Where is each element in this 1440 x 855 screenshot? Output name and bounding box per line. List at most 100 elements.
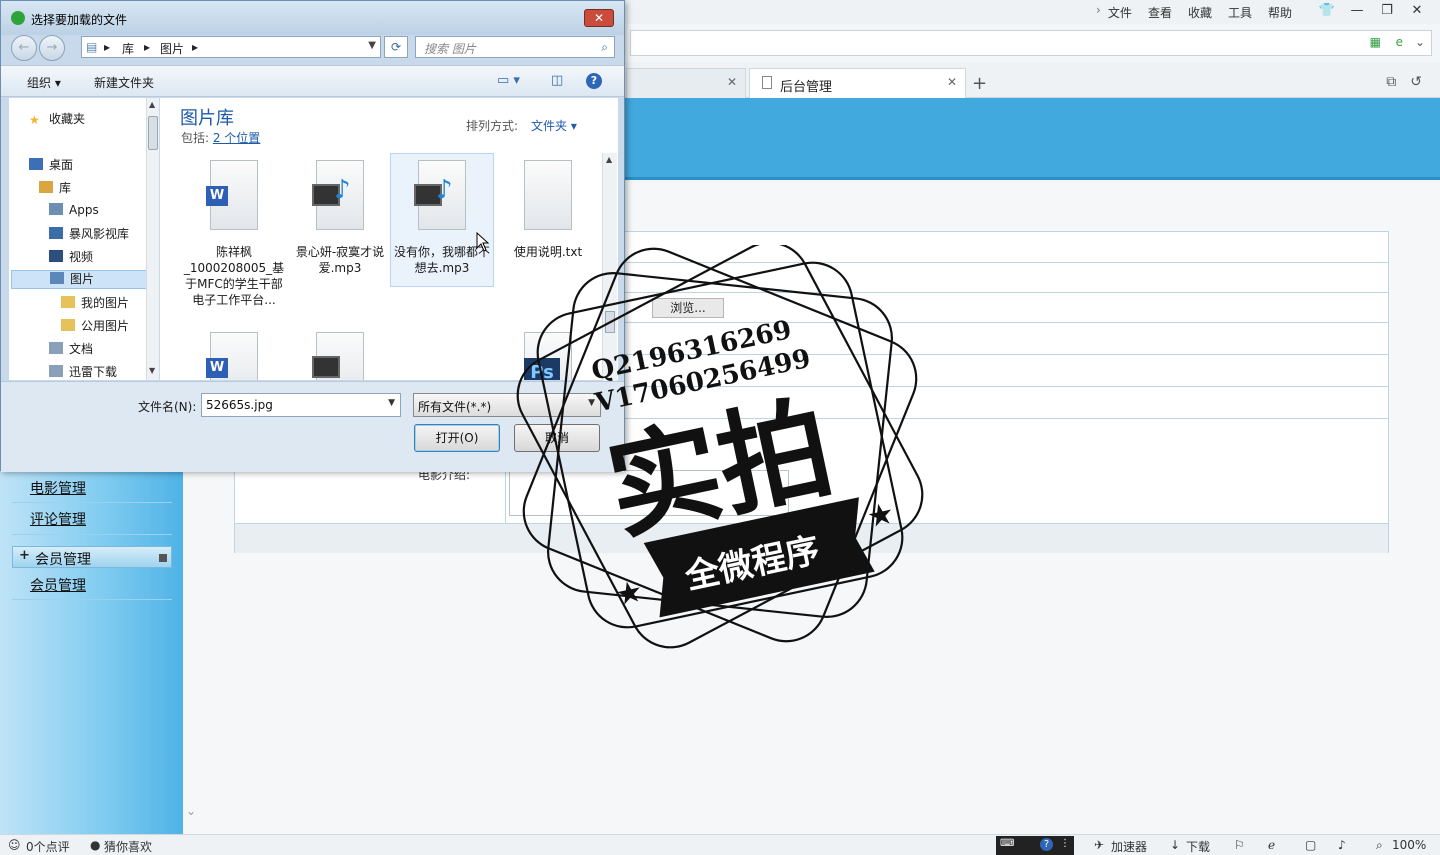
open-button[interactable]: 打开(O) <box>414 424 500 452</box>
sidebar-group-member[interactable]: + 会员管理 <box>12 546 172 568</box>
close-tab-icon[interactable]: ✕ <box>727 75 737 89</box>
breadcrumb-arrow-icon[interactable]: ▸ <box>144 40 150 54</box>
includes-prefix: 包括: <box>181 131 213 145</box>
menu-file[interactable]: 文件 <box>1100 4 1140 21</box>
minimize-icon[interactable]: — <box>1342 1 1372 21</box>
sidebar-item-member-manage[interactable]: 会员管理 <box>30 575 86 595</box>
forward-arrow-icon[interactable]: → <box>39 35 65 61</box>
dialog-close-button[interactable]: ✕ <box>584 9 614 27</box>
cancel-button[interactable]: 取消 <box>514 424 600 452</box>
chevron-down-icon[interactable]: ▼ <box>588 398 595 408</box>
engine-switch-icon[interactable]: e <box>1396 35 1403 49</box>
back-arrow-icon[interactable]: ← <box>11 35 37 61</box>
input-method-bar[interactable]: ⌨ ? ⋮ <box>996 836 1074 855</box>
browse-button[interactable]: 浏览... <box>652 298 724 318</box>
menu-tools[interactable]: 工具 <box>1220 4 1260 21</box>
shirt-skin-icon[interactable]: 👕 <box>1312 1 1342 21</box>
address-input[interactable]: ▦ e ⌄ <box>630 30 1432 56</box>
nav-item-documents[interactable]: 文档 <box>49 340 93 357</box>
nav-label: Apps <box>69 203 99 217</box>
nav-item-favorites[interactable]: ★ 收藏夹 <box>29 110 85 127</box>
restore-icon[interactable]: ❐ <box>1372 1 1402 21</box>
window-icon[interactable]: ▢ <box>1305 838 1316 852</box>
close-tab-icon[interactable]: ✕ <box>947 75 957 89</box>
breadcrumb-arrow-icon[interactable]: ▸ <box>192 40 198 54</box>
view-options-icon[interactable]: ▭ ▾ <box>497 73 520 88</box>
guess-you-like[interactable]: 猜你喜欢 <box>104 838 152 855</box>
sidebar-item-movie-manage[interactable]: 电影管理 <box>30 478 86 498</box>
comments-status[interactable]: 0个点评 <box>26 838 70 855</box>
breadcrumb-pictures[interactable]: 图片 <box>160 40 184 57</box>
refresh-icon[interactable]: ⟳ <box>384 36 408 58</box>
nav-item-library[interactable]: 库 <box>39 179 71 196</box>
nav-item-my-pictures[interactable]: 我的图片 <box>61 294 129 311</box>
sound-icon[interactable]: ♪ <box>1338 838 1346 852</box>
breadcrumb-library[interactable]: 库 <box>122 40 134 57</box>
menu-help[interactable]: 帮助 <box>1260 4 1300 21</box>
file-item-mp3-1[interactable]: ♪ 景心妍-寂寞才说爱.mp3 <box>288 154 392 286</box>
nav-item-apps[interactable]: Apps <box>49 203 99 217</box>
flag-icon[interactable]: ⚐ <box>1234 838 1245 852</box>
organize-button[interactable]: 组织 ▾ <box>27 74 61 91</box>
file-item-media-2[interactable] <box>288 326 392 380</box>
scroll-up-icon[interactable]: ▲ <box>606 155 612 164</box>
chevron-down-icon[interactable]: ▼ <box>368 40 376 51</box>
file-item-word-doc-2[interactable]: W <box>182 326 286 380</box>
file-item-word-doc[interactable]: W 陈祥枫_1000208005_基于MFC的学生干部电子工作平台... <box>182 154 286 324</box>
filetype-select[interactable]: 所有文件(*.*) ▼ <box>413 393 601 417</box>
tab-list-icon[interactable]: ⧉ <box>1386 74 1396 90</box>
nav-scrollbar[interactable]: ▲ ▼ <box>146 98 159 380</box>
zoom-level[interactable]: 100% <box>1392 838 1426 852</box>
nav-item-video[interactable]: 视频 <box>49 248 93 265</box>
nav-item-desktop[interactable]: 桌面 <box>29 156 73 173</box>
tab-previous[interactable]: ✕ <box>626 68 746 98</box>
search-icon[interactable]: ⌕ <box>601 40 608 55</box>
chevron-down-icon[interactable]: ⌄ <box>1415 35 1425 49</box>
file-item-txt[interactable]: 使用说明.txt <box>496 154 600 272</box>
menu-view[interactable]: 查看 <box>1140 4 1180 21</box>
scroll-down-icon[interactable]: ⌄ <box>186 804 196 818</box>
sidebar-item-comment-manage[interactable]: 评论管理 <box>30 509 86 529</box>
search-input[interactable]: 搜索 图片 ⌕ <box>415 36 615 58</box>
includes-locations-link[interactable]: 2 个位置 <box>213 131 260 145</box>
file-item-mp3-2[interactable]: ♪ 没有你，我哪都不想去.mp3 <box>390 153 494 287</box>
nav-item-pictures[interactable]: 图片 <box>11 270 147 289</box>
help-icon[interactable]: ? <box>1040 838 1053 851</box>
accelerator-status[interactable]: 加速器 <box>1111 838 1147 855</box>
menu-favorites[interactable]: 收藏 <box>1180 4 1220 21</box>
qr-code-icon[interactable]: ▦ <box>1370 35 1381 49</box>
new-tab-icon[interactable]: + <box>972 73 987 94</box>
scroll-up-icon[interactable]: ▲ <box>149 100 155 109</box>
video-library-icon <box>49 227 63 239</box>
ie-icon[interactable]: ℯ <box>1268 838 1275 852</box>
tab-tools: ⧉ ↺ <box>1386 74 1422 90</box>
scroll-thumb[interactable] <box>605 311 615 333</box>
ime-menu-icon[interactable]: ⋮ <box>1060 838 1070 849</box>
tab-admin[interactable]: 后台管理 ✕ <box>749 68 966 98</box>
movie-intro-textarea[interactable] <box>509 470 789 516</box>
sort-dropdown[interactable]: 文件夹 ▾ <box>531 117 577 134</box>
dialog-title-bar[interactable]: 选择要加载的文件 ✕ <box>1 1 624 35</box>
new-folder-button[interactable]: 新建文件夹 <box>94 74 154 91</box>
doc-page <box>524 160 572 230</box>
download-status[interactable]: 下载 <box>1186 838 1210 855</box>
nav-item-video-library[interactable]: 暴风影视库 <box>49 225 129 242</box>
filename-input[interactable]: 52665s.jpg ▼ <box>201 393 401 417</box>
scroll-down-icon[interactable]: ▼ <box>149 366 155 375</box>
preview-pane-icon[interactable]: ◫ <box>551 73 563 88</box>
apps-icon <box>49 203 63 215</box>
nav-item-thunder-download[interactable]: 迅雷下载 <box>49 363 117 380</box>
undo-close-icon[interactable]: ↺ <box>1410 74 1422 90</box>
file-list-scrollbar[interactable]: ▲ <box>602 153 617 381</box>
help-icon[interactable]: ? <box>586 73 602 89</box>
scroll-thumb[interactable] <box>148 116 158 150</box>
nav-item-public-pictures[interactable]: 公用图片 <box>61 317 129 334</box>
keyboard-icon[interactable]: ⌨ <box>1000 838 1014 849</box>
collapse-box-icon[interactable] <box>159 554 167 562</box>
filetype-value: 所有文件(*.*) <box>418 400 492 414</box>
close-window-icon[interactable]: ✕ <box>1402 1 1432 21</box>
breadcrumb-arrow-icon[interactable]: ▸ <box>104 40 110 54</box>
chevron-down-icon[interactable]: ▼ <box>388 398 395 408</box>
path-breadcrumb[interactable]: ▤ ▸ 库 ▸ 图片 ▸ ▼ <box>81 36 381 58</box>
file-item-psd[interactable]: Ps <box>496 326 600 380</box>
